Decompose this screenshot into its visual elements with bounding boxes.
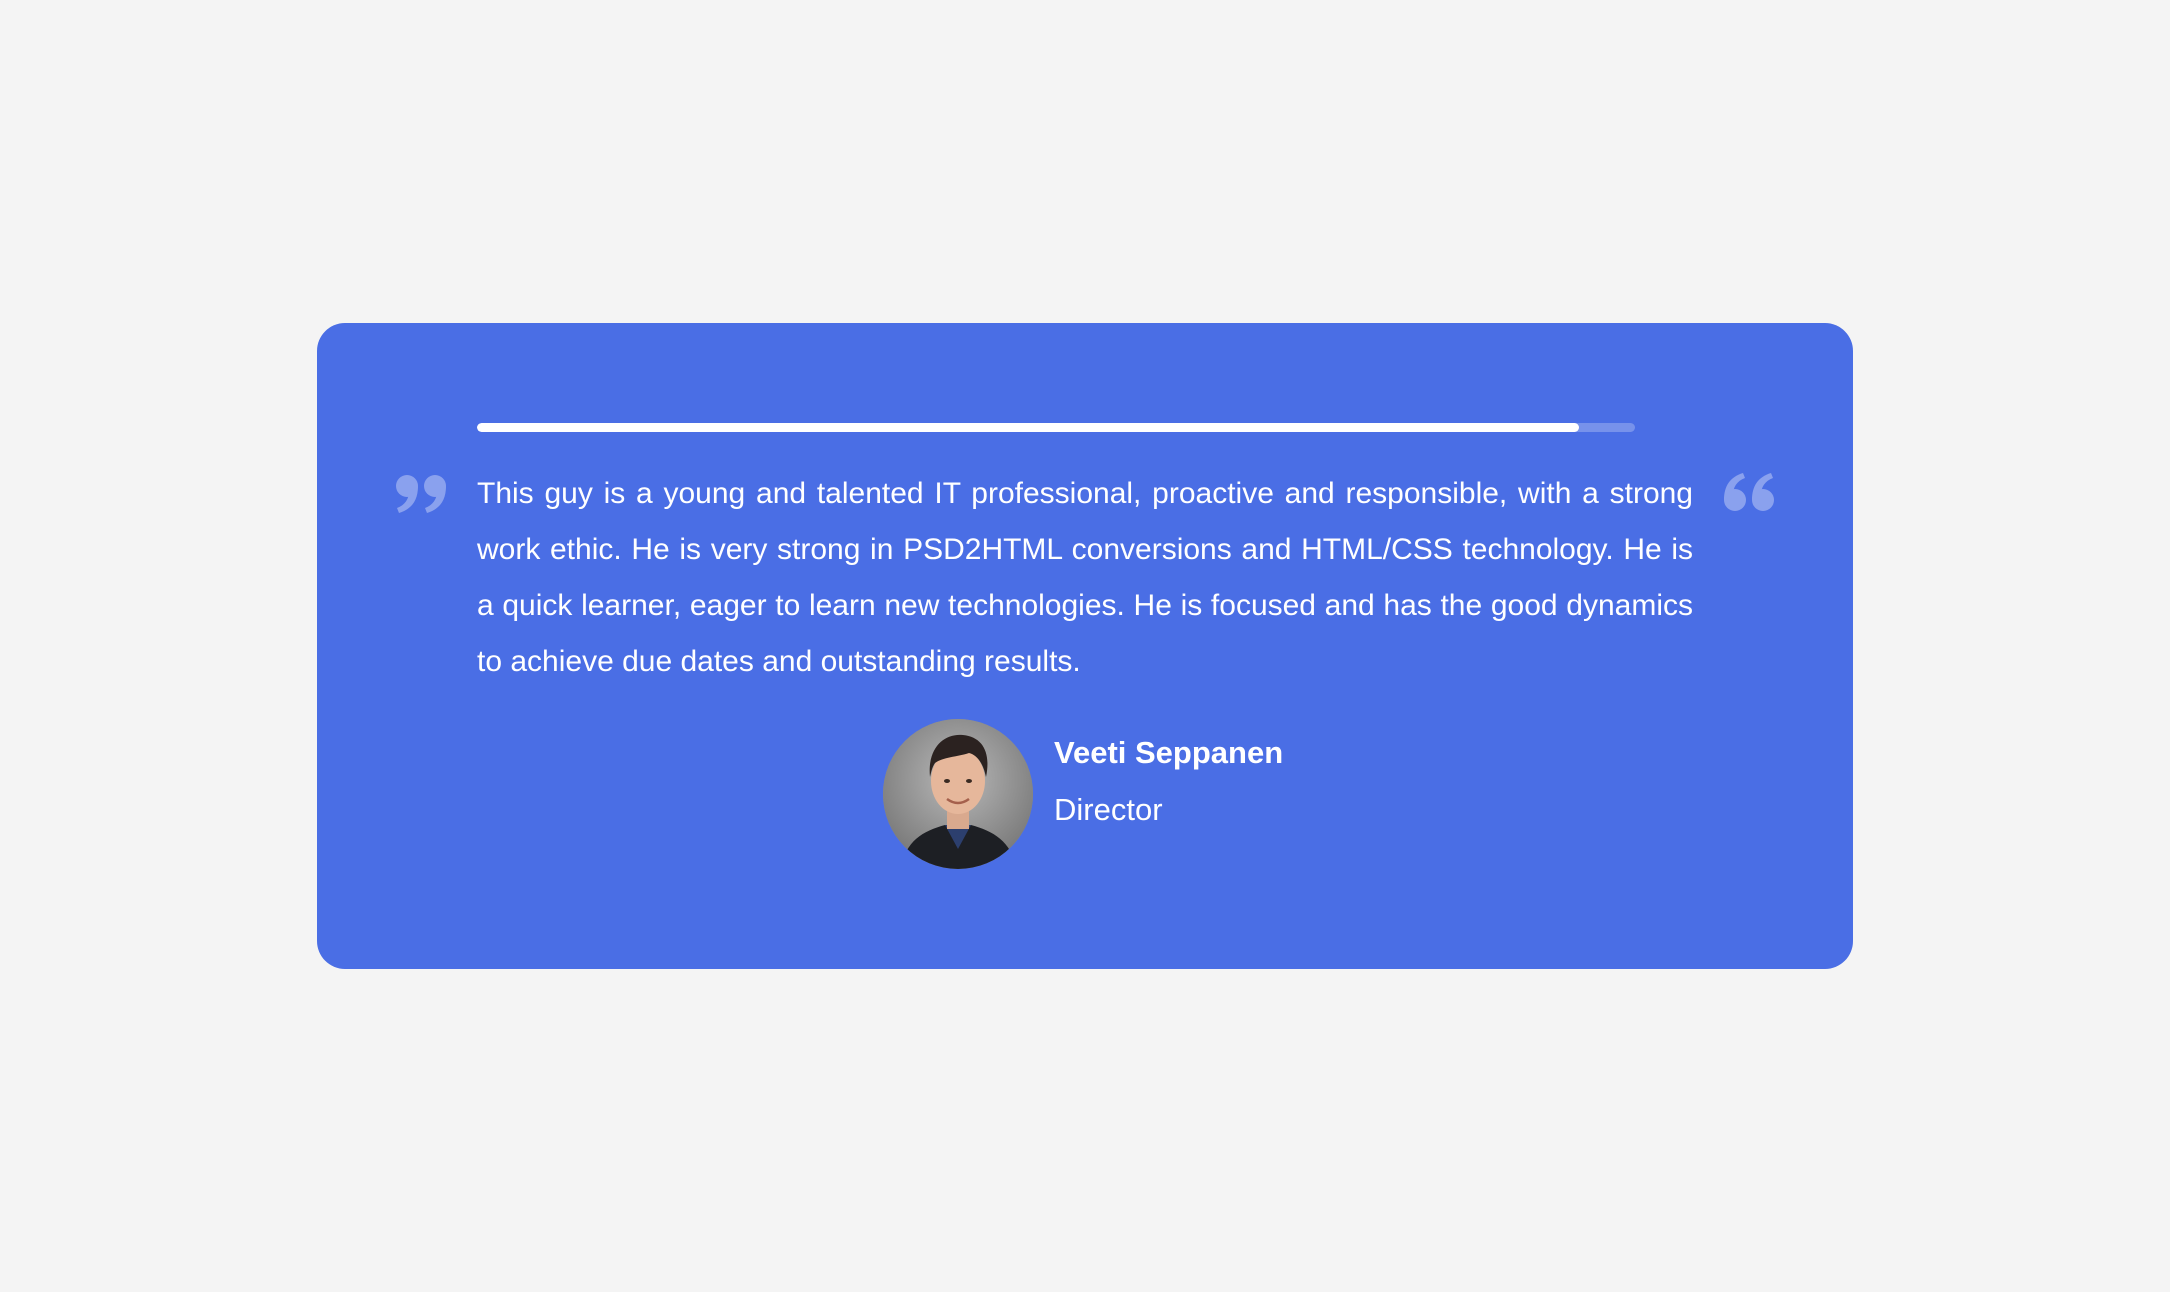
author-name: Veeti Seppanen: [1054, 734, 1284, 770]
progress-bar-fill: [477, 423, 1580, 432]
author-role: Director: [1054, 791, 1163, 827]
testimonial-quote: This guy is a young and talented IT prof…: [477, 477, 1693, 678]
quote-open-icon: [1722, 473, 1774, 513]
progress-bar: [477, 423, 1635, 432]
author-block: Veeti Seppanen Director: [883, 719, 1283, 869]
quote-close-icon: [396, 473, 448, 513]
avatar: [883, 719, 1033, 869]
author-info: Veeti Seppanen Director: [1054, 733, 1283, 830]
testimonial-card: This guy is a young and talented IT prof…: [317, 323, 1853, 969]
